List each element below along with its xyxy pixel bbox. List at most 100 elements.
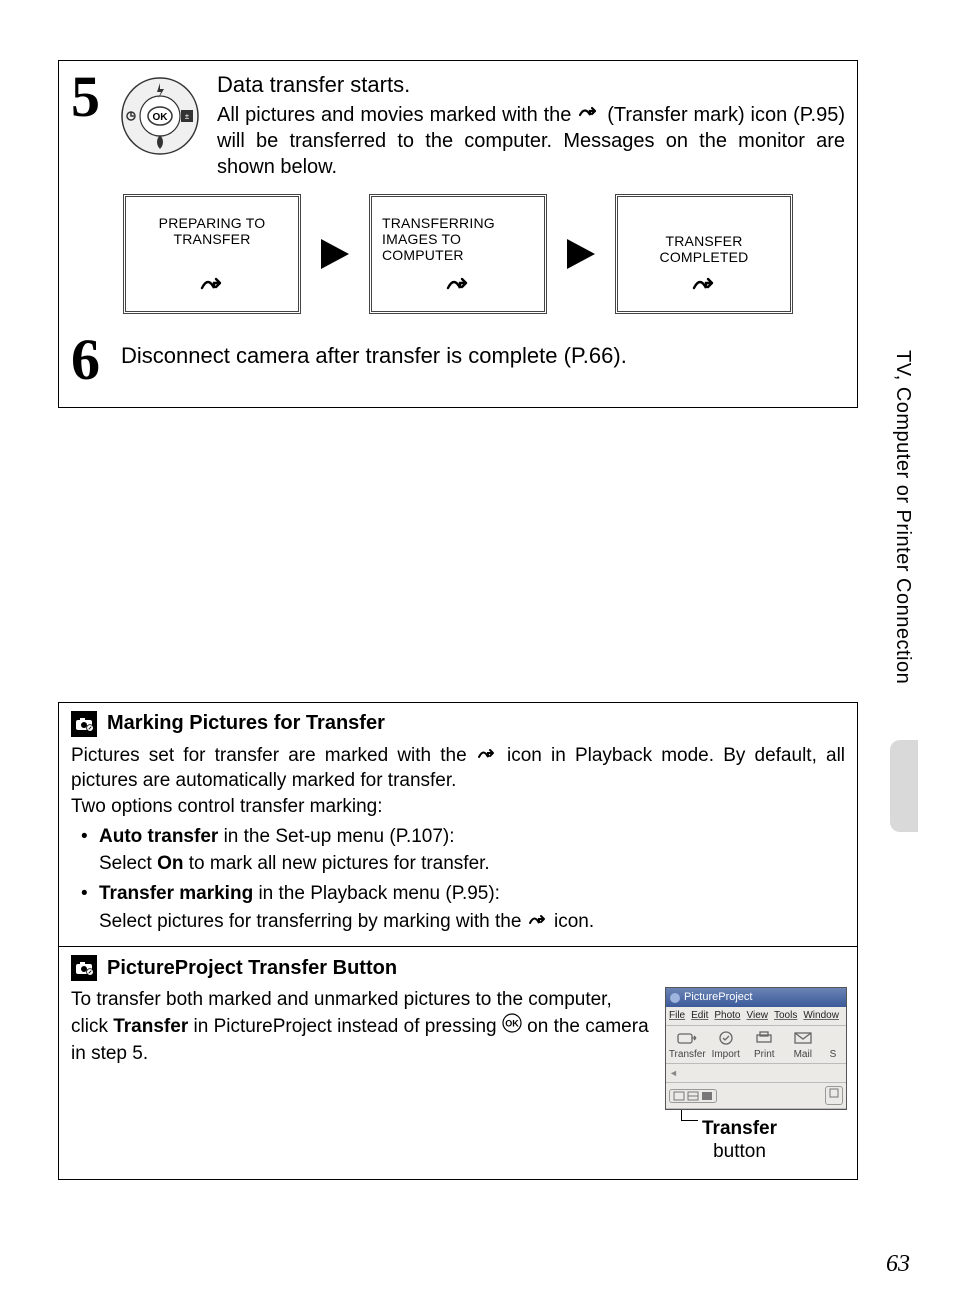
info-heading-text: Marking Pictures for Transfer (107, 712, 385, 735)
callout: Transfer button (665, 1118, 845, 1164)
pp-lowbar: ◄ (666, 1064, 846, 1083)
transfer-mark-icon (126, 276, 298, 299)
text: in PictureProject instead of pressing (188, 1016, 502, 1037)
callout-rest: button (713, 1141, 766, 1162)
info-section: Marking Pictures for Transfer Pictures s… (58, 702, 858, 1181)
menu-view[interactable]: View (747, 1009, 769, 1023)
info-heading-text: PictureProject Transfer Button (107, 957, 397, 980)
transfer-icon (676, 1030, 698, 1046)
panel-label: TRANSFER COMPLETED (628, 233, 780, 265)
pp-tool-print[interactable]: Print (745, 1030, 784, 1062)
grid-icon (673, 1091, 685, 1101)
tool-label: Import (712, 1049, 740, 1060)
menu-file[interactable]: File (669, 1009, 685, 1023)
list-item-sub: Select On to mark all new pictures for t… (77, 851, 845, 877)
menu-tools[interactable]: Tools (774, 1009, 797, 1023)
callout-bold: Transfer (702, 1118, 777, 1139)
transfer-mark-icon (476, 743, 498, 769)
text: in the Playback menu (P.95): (253, 883, 500, 904)
svg-text:OK: OK (505, 1018, 519, 1028)
info-heading: PictureProject Transfer Button (71, 955, 845, 981)
svg-text:±: ± (185, 112, 190, 121)
list-item: Transfer marking in the Playback menu (P… (77, 881, 845, 907)
fit-toggle[interactable] (825, 1086, 843, 1105)
step-6-body: Disconnect camera after transfer is comp… (121, 334, 845, 371)
step-5-text-before: All pictures and movies marked with the (217, 104, 577, 126)
pp-titlebar: PictureProject (666, 988, 846, 1007)
transfer-progress-row: PREPARING TO TRANSFER TRANSFERRING IMAGE… (59, 190, 857, 330)
options-list: Auto transfer in the Set-up menu (P.107)… (77, 824, 845, 850)
multi-selector-icon: OK ± (121, 77, 199, 160)
arrow-right-icon (319, 237, 351, 271)
section-tab-label: TV, Computer or Printer Connection (891, 350, 914, 684)
text: Pictures set for transfer are marked wit… (71, 745, 476, 766)
step-5-body: Data transfer starts. All pictures and m… (217, 71, 845, 180)
tool-label: Print (754, 1049, 775, 1060)
transfer-mark-icon (527, 909, 549, 935)
arrow-right-icon (565, 237, 597, 271)
pp-tool-more[interactable]: S (822, 1030, 844, 1062)
print-icon (753, 1030, 775, 1046)
import-icon (715, 1030, 737, 1046)
bold: Auto transfer (99, 826, 218, 847)
list-item: Auto transfer in the Set-up menu (P.107)… (77, 824, 845, 850)
menu-window[interactable]: Window (803, 1009, 839, 1023)
manual-page: TV, Computer or Printer Connection 5 OK (0, 0, 954, 1314)
pp-lowbar-2 (666, 1083, 846, 1109)
transfer-mark-icon (618, 276, 790, 299)
list-item-sub: Select pictures for transferring by mark… (77, 909, 845, 935)
pp-toolbar: Transfer Import Print (666, 1026, 846, 1065)
page-number: 63 (886, 1251, 910, 1278)
callout-text: Transfer button (702, 1118, 777, 1164)
info-body: To transfer both marked and unmarked pic… (71, 987, 845, 1167)
transfer-panel-preparing: PREPARING TO TRANSFER (123, 194, 301, 314)
bold: Transfer (113, 1016, 188, 1037)
text: to mark all new pictures for transfer. (183, 853, 489, 874)
menu-photo[interactable]: Photo (714, 1009, 740, 1023)
text: Two options control transfer marking: (71, 794, 845, 820)
bold: Transfer marking (99, 883, 253, 904)
menu-edit[interactable]: Edit (691, 1009, 708, 1023)
callout-line (681, 1110, 698, 1121)
step-number: 5 (71, 71, 111, 123)
pictureproject-screenshot: PictureProject File Edit Photo View Tool… (665, 987, 845, 1163)
transfer-panel-completed: TRANSFER COMPLETED (615, 194, 793, 314)
info-body: Pictures set for transfer are marked wit… (71, 743, 845, 935)
transfer-panel-transferring: TRANSFERRING IMAGES TO COMPUTER (369, 194, 547, 314)
single-icon (701, 1091, 713, 1101)
transfer-mark-icon (372, 276, 544, 299)
step-6: 6 Disconnect camera after transfer is co… (59, 330, 857, 406)
step-5: 5 OK ± (59, 61, 857, 190)
mail-icon (792, 1030, 814, 1046)
note-camera-icon (71, 955, 97, 981)
panel-label: PREPARING TO TRANSFER (136, 215, 288, 247)
list-icon (687, 1091, 699, 1101)
text: Select pictures for transferring by mark… (99, 911, 527, 932)
text: Select (99, 853, 157, 874)
thumb-tab (890, 740, 918, 832)
pp-tool-mail[interactable]: Mail (784, 1030, 823, 1062)
pp-window: PictureProject File Edit Photo View Tool… (665, 987, 847, 1109)
transfer-mark-icon (577, 102, 601, 128)
info-marking: Marking Pictures for Transfer Pictures s… (59, 703, 857, 947)
pp-menubar: File Edit Photo View Tools Window (666, 1007, 846, 1026)
app-icon (670, 993, 680, 1003)
note-camera-icon (71, 711, 97, 737)
tool-label: Mail (794, 1049, 812, 1060)
pp-title: PictureProject (684, 990, 752, 1005)
ok-button-icon: OK (502, 1013, 522, 1041)
text: in the Set-up menu (P.107): (218, 826, 454, 847)
pp-tool-import[interactable]: Import (707, 1030, 746, 1062)
bold: On (157, 853, 183, 874)
expand-icon (829, 1088, 839, 1098)
options-list: Transfer marking in the Playback menu (P… (77, 881, 845, 907)
text: icon. (554, 911, 594, 932)
steps-box: 5 OK ± (58, 60, 858, 408)
tool-label: S (830, 1049, 837, 1060)
panel-label: TRANSFERRING IMAGES TO COMPUTER (382, 215, 534, 263)
step-number: 6 (71, 334, 111, 386)
view-toggle[interactable] (669, 1089, 717, 1103)
more-icon (822, 1030, 844, 1046)
pp-tool-transfer[interactable]: Transfer (668, 1030, 707, 1062)
tool-label: Transfer (669, 1049, 706, 1060)
